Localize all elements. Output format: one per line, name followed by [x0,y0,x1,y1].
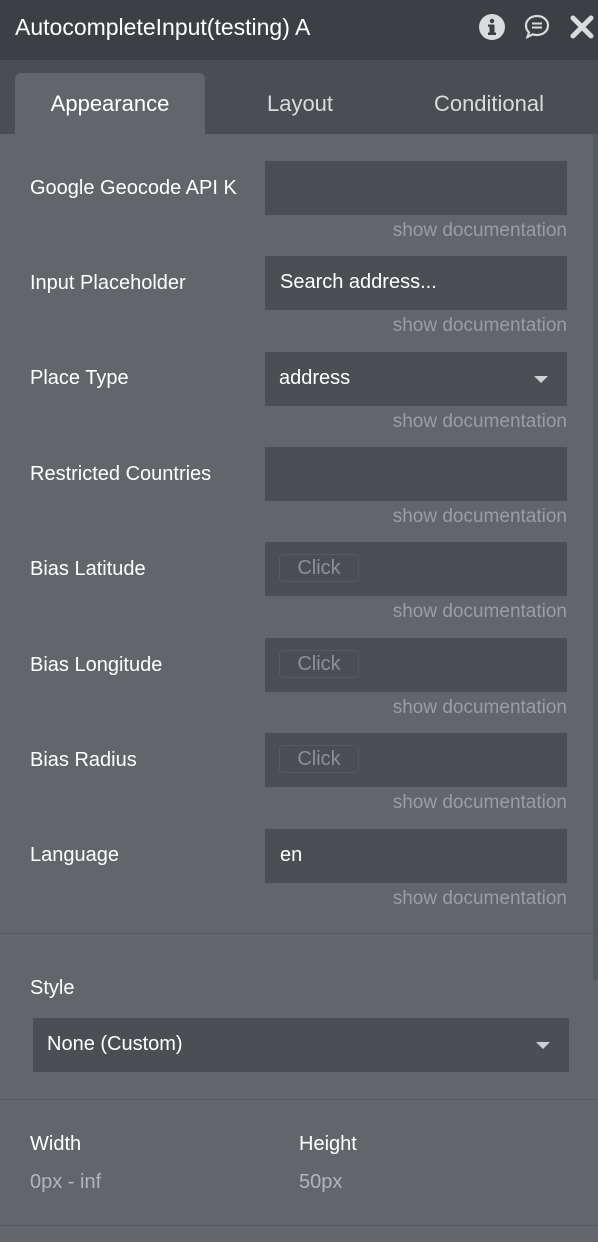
bias-radius-label: Bias Radius [30,749,137,771]
show-documentation-link[interactable]: show documentation [393,601,567,623]
place-type-select[interactable]: address [265,352,567,406]
geocode-api-key-label: Google Geocode API K [30,177,237,199]
input-placeholder-input[interactable]: Search address... [265,256,567,310]
show-documentation-link[interactable]: show documentation [393,506,567,528]
height-value: 50px [299,1171,343,1193]
show-documentation-link[interactable]: show documentation [393,411,567,433]
show-documentation-link[interactable]: show documentation [393,792,567,814]
language-value: en [280,844,303,866]
show-documentation-link[interactable]: show documentation [393,888,567,910]
info-icon[interactable] [477,12,507,42]
chevron-down-icon [536,1042,550,1049]
bias-longitude-label: Bias Longitude [30,654,163,676]
dynamic-value-click-button[interactable]: Click [279,745,359,773]
input-placeholder-value: Search address... [280,271,437,293]
editor-title-bar: AutocompleteInput(testing) A [0,0,598,60]
height-label: Height [299,1133,357,1155]
style-label: Style [30,977,75,999]
place-type-value: address [279,367,351,389]
element-title[interactable]: AutocompleteInput(testing) A [15,14,310,41]
bias-latitude-label: Bias Latitude [30,558,146,580]
show-documentation-link[interactable]: show documentation [393,220,567,242]
close-icon[interactable] [567,12,597,42]
place-type-label: Place Type [30,367,129,389]
dynamic-value-click-button[interactable]: Click [279,650,359,678]
language-label: Language [30,844,119,866]
width-label: Width [30,1133,82,1155]
restricted-countries-label: Restricted Countries [30,463,212,485]
bias-radius-field[interactable]: Click [265,733,567,787]
restricted-countries-input[interactable] [265,447,567,501]
section-divider [0,933,598,934]
tab-appearance[interactable]: Appearance [15,73,205,134]
show-documentation-link[interactable]: show documentation [393,315,567,337]
chevron-down-icon [534,376,548,383]
comment-icon[interactable] [522,12,552,42]
input-placeholder-label: Input Placeholder [30,272,186,294]
language-input[interactable]: en [265,829,567,883]
property-tabs: Appearance Layout Conditional [0,60,598,134]
dynamic-value-click-button[interactable]: Click [279,554,359,582]
style-select[interactable]: None (Custom) [33,1018,569,1072]
panel-scrollbar[interactable] [593,134,598,980]
bias-longitude-field[interactable]: Click [265,638,567,692]
section-divider [0,1225,598,1226]
section-divider [0,1099,598,1100]
style-value: None (Custom) [47,1033,183,1055]
width-value: 0px - inf [30,1171,102,1193]
tab-conditional[interactable]: Conditional [395,73,583,134]
geocode-api-key-input[interactable] [265,161,567,215]
show-documentation-link[interactable]: show documentation [393,697,567,719]
bias-latitude-field[interactable]: Click [265,542,567,596]
tab-layout[interactable]: Layout [205,73,395,134]
